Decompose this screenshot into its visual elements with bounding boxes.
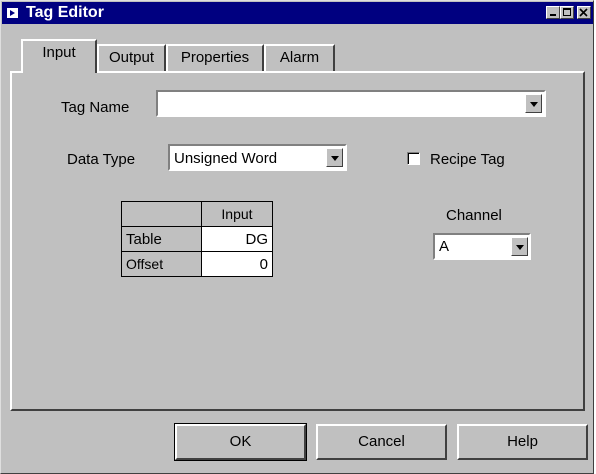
data-type-dropdown-button[interactable] <box>326 148 343 167</box>
channel-value: A <box>439 238 450 255</box>
chevron-down-icon <box>530 102 538 107</box>
channel-select[interactable]: A <box>433 233 531 260</box>
table-row: Table DG <box>121 226 273 252</box>
cancel-button[interactable]: Cancel <box>316 424 447 460</box>
help-button[interactable]: Help <box>457 424 588 460</box>
table-column-header: Input <box>201 201 273 227</box>
table-row-label: Offset <box>121 251 202 277</box>
close-icon <box>579 8 588 17</box>
tag-name-combobox[interactable] <box>156 90 546 117</box>
window-title: Tag Editor <box>26 4 104 21</box>
data-type-value: Unsigned Word <box>174 150 278 167</box>
chevron-down-icon <box>331 156 339 161</box>
recipe-tag-label: Recipe Tag <box>430 151 505 168</box>
channel-label: Channel <box>446 207 502 224</box>
table-row-label: Table <box>121 226 202 252</box>
maximize-button[interactable] <box>560 6 574 19</box>
tab-input[interactable]: Input <box>21 39 97 73</box>
minimize-icon <box>550 14 556 16</box>
title-bar[interactable]: Tag Editor <box>2 2 593 24</box>
table-row: Offset 0 <box>121 251 273 277</box>
tag-name-label: Tag Name <box>61 99 130 116</box>
tab-output-label: Output <box>108 49 155 66</box>
tab-alarm-label: Alarm <box>279 49 320 66</box>
ok-button[interactable]: OK <box>174 423 307 461</box>
data-type-label: Data Type <box>67 151 136 168</box>
tab-alarm[interactable]: Alarm <box>264 44 335 72</box>
tag-name-dropdown-button[interactable] <box>525 94 542 113</box>
tab-properties[interactable]: Properties <box>166 44 264 72</box>
table-header-row: Input <box>121 201 273 227</box>
table-cell[interactable]: 0 <box>201 251 273 277</box>
maximize-icon <box>563 8 571 16</box>
recipe-tag-checkbox[interactable] <box>407 152 420 165</box>
data-type-select[interactable]: Unsigned Word <box>168 144 347 171</box>
minimize-button[interactable] <box>546 6 560 19</box>
tag-editor-window: Tag Editor Input Output Properties Alarm… <box>0 0 594 474</box>
window-icon <box>7 8 18 18</box>
address-table: Input Table DG Offset 0 <box>121 201 273 277</box>
tab-input-label: Input <box>42 44 76 61</box>
tab-output[interactable]: Output <box>97 44 166 72</box>
tab-properties-label: Properties <box>180 49 250 66</box>
table-corner-cell <box>121 201 202 227</box>
table-cell[interactable]: DG <box>201 226 273 252</box>
close-button[interactable] <box>577 6 591 19</box>
chevron-down-icon <box>516 245 524 250</box>
channel-dropdown-button[interactable] <box>511 237 528 256</box>
